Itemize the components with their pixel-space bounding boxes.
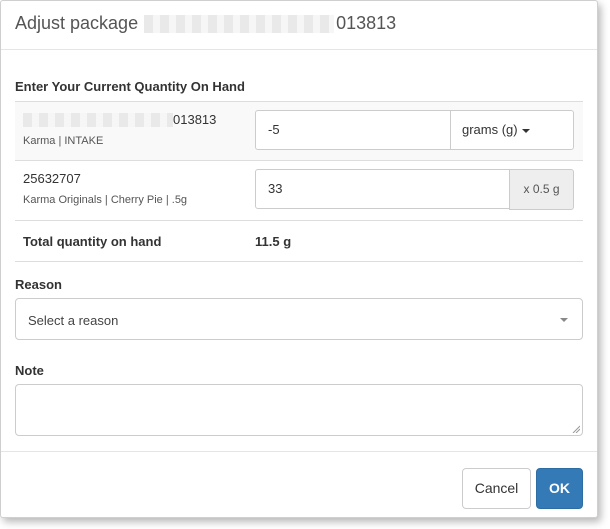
note-textarea[interactable] <box>15 384 583 436</box>
package-row: 25632707 Karma Originals | Cherry Pie | … <box>15 160 583 220</box>
total-label: Total quantity on hand <box>23 234 162 249</box>
package-subtitle: Karma | INTAKE <box>23 135 104 147</box>
reason-label: Reason <box>15 277 62 292</box>
quantity-table: 013813 Karma | INTAKE -5 grams (g) 25632… <box>15 101 583 262</box>
package-id: 25632707 <box>23 171 81 186</box>
total-value: 11.5 g <box>255 234 292 249</box>
package-row: 013813 Karma | INTAKE -5 grams (g) <box>15 101 583 160</box>
quantity-input[interactable]: -5 <box>255 110 451 150</box>
unit-dropdown-label: grams (g) <box>462 122 518 137</box>
caret-down-icon <box>521 128 530 133</box>
dialog-footer: Cancel OK <box>1 451 597 518</box>
reason-select-value: Select a reason <box>28 313 119 328</box>
unit-dropdown[interactable]: grams (g) <box>450 110 574 150</box>
dialog-header: Adjust package 013813 <box>1 1 597 50</box>
adjust-package-dialog: Adjust package 013813 Enter Your Current… <box>0 0 598 518</box>
quantity-section-heading: Enter Your Current Quantity On Hand <box>15 79 245 94</box>
package-id-suffix: 013813 <box>173 112 217 127</box>
unit-addon: x 0.5 g <box>509 169 574 210</box>
redacted-package-id <box>144 14 335 33</box>
note-label: Note <box>15 363 44 378</box>
dialog-title-prefix: Adjust package <box>15 13 139 33</box>
caret-down-icon <box>560 318 568 322</box>
dialog-title-suffix: 013813 <box>336 13 397 33</box>
quantity-input[interactable]: 33 <box>255 169 510 209</box>
dialog-title: Adjust package 013813 <box>15 13 396 34</box>
resize-handle-icon[interactable] <box>572 425 580 433</box>
ok-button[interactable]: OK <box>536 468 583 509</box>
package-subtitle: Karma Originals | Cherry Pie | .5g <box>23 194 188 206</box>
cancel-button[interactable]: Cancel <box>462 468 531 509</box>
total-row: Total quantity on hand 11.5 g <box>15 220 583 262</box>
package-id: 013813 <box>23 112 216 127</box>
redacted-package-id <box>23 112 173 127</box>
reason-select[interactable]: Select a reason <box>15 298 583 340</box>
